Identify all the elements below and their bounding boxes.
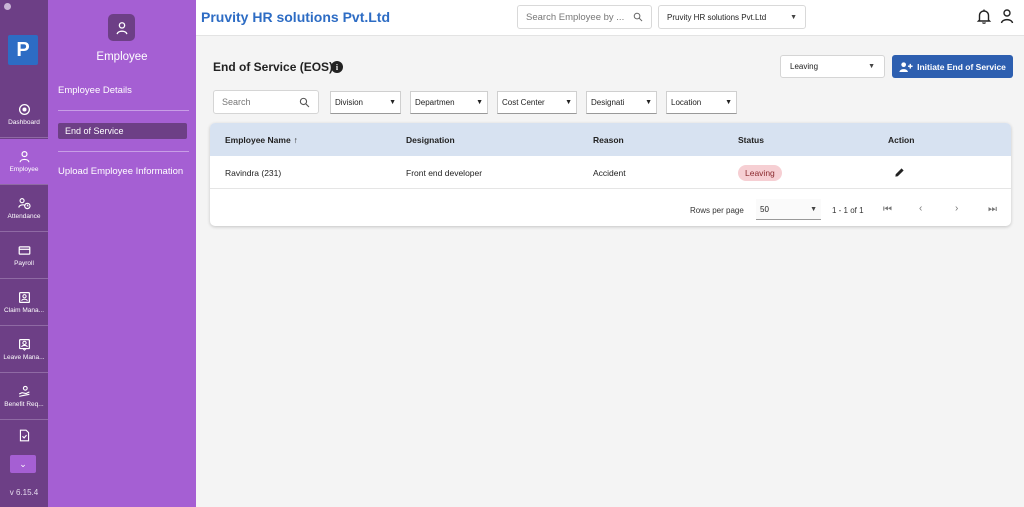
rows-per-page-value: 50 — [760, 204, 769, 214]
designation-filter-label: Designati — [591, 98, 625, 107]
benefit-icon — [18, 385, 30, 397]
caret-down-icon: ▼ — [790, 13, 797, 21]
cell-employee-name: Ravindra (231) — [225, 167, 282, 178]
cost-center-filter[interactable]: Cost Center ▼ — [497, 91, 577, 114]
person-icon — [18, 151, 30, 163]
table-header: Employee Name ↑ Designation Reason Statu… — [210, 123, 1011, 156]
sidebar-divider — [58, 110, 189, 111]
rail-item-dashboard[interactable]: Dashboard — [0, 92, 48, 138]
person-icon — [116, 21, 127, 34]
rail-item-payroll[interactable]: Payroll — [0, 233, 48, 279]
first-page-icon[interactable]: ⏮ — [883, 204, 892, 215]
rail-item-label: Benefit Req... — [4, 401, 44, 408]
rail-item-label: Claim Mana... — [3, 307, 45, 314]
info-icon[interactable]: i — [331, 61, 343, 73]
search-icon — [633, 12, 643, 22]
caret-down-icon: ▼ — [725, 99, 732, 106]
column-reason: Reason — [593, 134, 624, 145]
dashboard-icon — [18, 103, 30, 116]
rail-item-leave[interactable]: Leave Mana... — [0, 327, 48, 373]
column-status: Status — [738, 134, 764, 145]
cost-center-filter-label: Cost Center — [502, 98, 545, 107]
edit-icon[interactable] — [894, 167, 905, 178]
pagination-range: 1 - 1 of 1 — [832, 206, 864, 215]
employee-search-placeholder: Search Employee by ... — [526, 11, 625, 23]
search-input[interactable]: Search — [213, 90, 319, 114]
column-label: Employee Name — [225, 134, 291, 145]
payroll-icon — [18, 246, 30, 255]
search-placeholder: Search — [222, 97, 251, 107]
sidebar-item-employee-details[interactable]: Employee Details — [58, 85, 132, 96]
rows-per-page-select[interactable]: 50 ▼ — [756, 199, 821, 220]
last-page-icon[interactable]: ⏭ — [988, 204, 997, 215]
sort-ascending-icon: ↑ — [293, 134, 298, 145]
next-page-icon[interactable]: › — [955, 203, 958, 214]
top-bar: Pruvity HR solutions Pvt.Ltd Search Empl… — [196, 0, 1024, 36]
employee-search-input[interactable]: Search Employee by ... — [517, 5, 652, 29]
document-icon — [19, 429, 29, 442]
column-designation: Designation — [406, 134, 455, 145]
cell-designation: Front end developer — [406, 167, 483, 178]
company-brand: Pruvity HR solutions Pvt.Ltd — [201, 9, 391, 25]
rail-item-documents[interactable] — [0, 421, 48, 453]
caret-down-icon: ▼ — [476, 99, 483, 106]
caret-down-icon: ▼ — [868, 63, 875, 70]
module-title: Employee — [96, 51, 148, 63]
rail-item-label: Attendance — [7, 213, 41, 220]
column-action: Action — [888, 134, 915, 145]
module-sidebar: Employee Employee Details End of Service… — [48, 0, 196, 507]
department-filter[interactable]: Departmen ▼ — [410, 91, 488, 114]
company-select[interactable]: Pruvity HR solutions Pvt.Ltd ▼ — [658, 5, 806, 29]
leave-icon — [18, 339, 30, 351]
rail-item-label: Dashboard — [8, 119, 40, 126]
rail-item-label: Leave Mana... — [3, 354, 45, 361]
app-logo[interactable]: P — [8, 35, 38, 65]
rail-item-attendance[interactable]: Attendance — [0, 186, 48, 232]
module-icon — [108, 14, 135, 41]
rail-item-benefit[interactable]: Benefit Req... — [0, 374, 48, 420]
rail-top-dot — [4, 3, 11, 10]
cell-action — [894, 156, 905, 189]
status-badge: Leaving — [738, 164, 782, 181]
claim-icon — [18, 292, 30, 303]
sidebar-item-upload-employee-information[interactable]: Upload Employee Information — [58, 166, 183, 177]
eos-status-select[interactable]: Leaving ▼ — [780, 55, 885, 78]
rail-item-label: Employee — [9, 166, 39, 173]
division-filter-label: Division — [335, 98, 364, 107]
caret-down-icon: ▼ — [645, 99, 652, 106]
eos-status-value: Leaving — [790, 62, 819, 71]
page-title: End of Service (EOS) — [213, 60, 334, 74]
rail-item-employee[interactable]: Employee — [0, 139, 48, 185]
search-icon — [299, 97, 310, 107]
location-filter-label: Location — [671, 98, 702, 107]
caret-down-icon: ▼ — [810, 205, 817, 213]
icon-rail: P Dashboard Employee Attendance Payroll … — [0, 0, 48, 507]
chevron-down-icon: ⌄ — [19, 458, 27, 469]
company-select-value: Pruvity HR solutions Pvt.Ltd — [667, 12, 767, 22]
cell-reason: Accident — [593, 167, 626, 178]
attendance-icon — [17, 198, 31, 210]
rows-per-page-label: Rows per page — [690, 206, 744, 215]
initiate-end-of-service-button[interactable]: Initiate End of Service — [892, 55, 1013, 78]
add-user-icon — [899, 61, 913, 72]
rail-item-label: Payroll — [14, 260, 34, 267]
cell-status: Leaving — [738, 156, 782, 189]
rail-item-claim[interactable]: Claim Mana... — [0, 280, 48, 326]
sidebar-divider — [58, 151, 189, 152]
location-filter[interactable]: Location ▼ — [666, 91, 737, 114]
table-row[interactable]: Ravindra (231) Front end developer Accid… — [210, 156, 1011, 189]
designation-filter[interactable]: Designati ▼ — [586, 91, 657, 114]
previous-page-icon[interactable]: ‹ — [919, 203, 922, 214]
sidebar-item-end-of-service[interactable]: End of Service — [58, 123, 187, 139]
department-filter-label: Departmen — [415, 98, 455, 107]
initiate-end-of-service-label: Initiate End of Service — [917, 61, 1006, 72]
division-filter[interactable]: Division ▼ — [330, 91, 401, 114]
column-employee-name[interactable]: Employee Name ↑ — [225, 123, 298, 156]
caret-down-icon: ▼ — [389, 99, 396, 106]
user-profile-icon[interactable] — [999, 8, 1015, 24]
bell-icon[interactable] — [976, 8, 992, 24]
rail-expand-button[interactable]: ⌄ — [10, 455, 36, 473]
caret-down-icon: ▼ — [565, 99, 572, 106]
app-version: v 6.15.4 — [9, 488, 39, 497]
